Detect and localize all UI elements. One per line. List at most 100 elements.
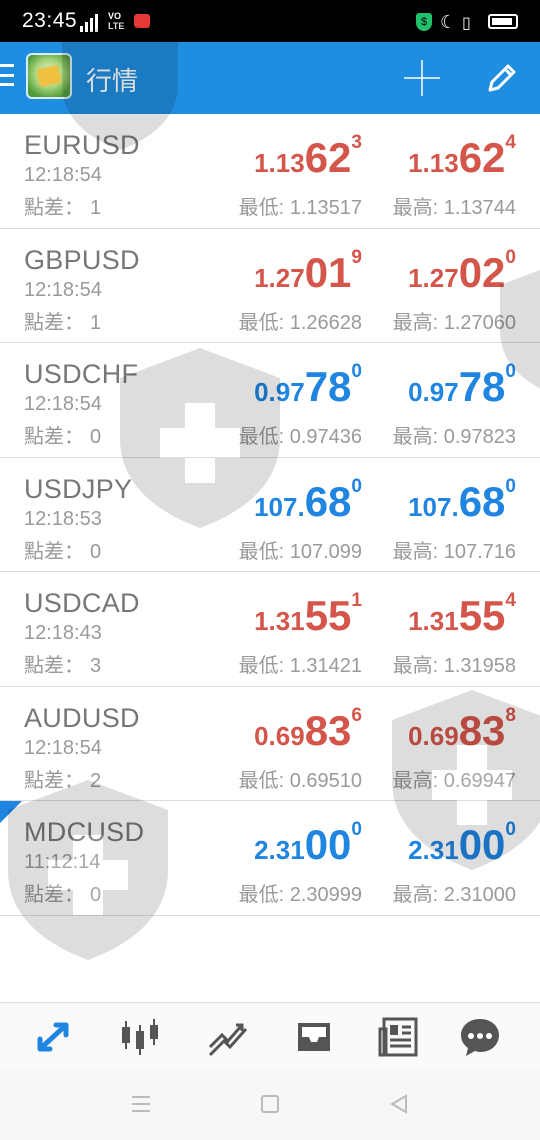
ask-price[interactable]: 1.27 02 0 bbox=[408, 247, 516, 294]
chat-icon[interactable] bbox=[458, 1015, 502, 1059]
high-label: 最高: bbox=[392, 311, 439, 334]
spread-label: 點差： bbox=[24, 540, 84, 563]
spread: 點差： 1 bbox=[24, 306, 101, 335]
high-label: 最高: bbox=[392, 426, 439, 448]
spread-value: 1 bbox=[90, 311, 102, 334]
quote-row[interactable]: USDCHF 12:18:54 點差： 0 0.97 78 0 0.97 78 0 最低: 0.97… bbox=[0, 343, 540, 458]
high-price: 最高: 107.716 bbox=[393, 535, 516, 564]
high-label: 最高: bbox=[392, 540, 439, 563]
symbol-name: EURUSD bbox=[24, 130, 140, 160]
quote-row[interactable]: GBPUSD 12:18:54 點差： 1 1.27 01 9 1.27 02 0 最低: 1.26… bbox=[0, 229, 540, 343]
low-label: 最低: bbox=[238, 655, 285, 677]
bid-price-prefix: 1.31 bbox=[254, 606, 305, 636]
low-label: 最低: bbox=[238, 769, 285, 792]
ask-price-pips: 02 bbox=[458, 248, 506, 296]
low-value: 1.26628 bbox=[289, 311, 362, 334]
bid-price-prefix: 1.27 bbox=[254, 262, 305, 293]
low-value: 2.30999 bbox=[289, 884, 362, 906]
ask-price[interactable]: 1.13 62 4 bbox=[408, 132, 516, 179]
bid-price[interactable]: 1.13 62 3 bbox=[254, 132, 362, 179]
ask-price-pips: 68 bbox=[458, 477, 506, 525]
spread-value: 0 bbox=[90, 884, 102, 906]
bid-price[interactable]: 0.97 78 0 bbox=[254, 361, 362, 408]
spread-label: 點差： bbox=[24, 311, 84, 334]
spread: 點差： 0 bbox=[24, 535, 101, 564]
quote-row[interactable]: USDJPY 12:18:53 點差： 0 107. 68 0 107. 68 0 最低: 107.… bbox=[0, 458, 540, 572]
signal-icon bbox=[80, 12, 98, 32]
ask-price[interactable]: 107. 68 0 bbox=[408, 476, 516, 523]
back-icon[interactable] bbox=[388, 1094, 410, 1119]
news-icon[interactable] bbox=[378, 1015, 422, 1059]
ask-price-fraction: 0 bbox=[505, 361, 516, 382]
spread-label: 點差： bbox=[24, 197, 84, 219]
ask-price-pips: 78 bbox=[458, 363, 506, 410]
ask-price[interactable]: 0.69 83 8 bbox=[408, 705, 516, 752]
ask-price-pips: 00 bbox=[458, 821, 506, 868]
ask-price-fraction: 0 bbox=[505, 475, 516, 497]
quote-time: 12:18:54 bbox=[24, 393, 102, 415]
spread-value: 1 bbox=[90, 197, 102, 219]
quote-list: EURUSD 12:18:54 點差： 1 1.13 62 3 1.13 62 4 最低: 1.13… bbox=[0, 114, 540, 916]
symbol-name: USDCHF bbox=[24, 359, 139, 389]
bid-price-prefix: 1.13 bbox=[254, 148, 305, 178]
ask-price-prefix: 107. bbox=[408, 491, 459, 522]
spread-value: 0 bbox=[90, 426, 102, 448]
quote-row[interactable]: AUDUSD 12:18:54 點差： 2 0.69 83 6 0.69 83 8 最低: 0.69… bbox=[0, 687, 540, 801]
spread: 點差： 2 bbox=[24, 764, 101, 793]
ask-price[interactable]: 0.97 78 0 bbox=[408, 361, 516, 408]
quote-row[interactable]: USDCAD 12:18:43 點差： 3 1.31 55 1 1.31 55 4 最低: 1.31… bbox=[0, 572, 540, 687]
high-value: 1.13744 bbox=[443, 197, 516, 219]
low-price: 最低: 1.31421 bbox=[239, 649, 362, 678]
bid-price[interactable]: 1.31 55 1 bbox=[254, 590, 362, 637]
quote-time: 12:18:54 bbox=[24, 736, 102, 759]
low-value: 107.099 bbox=[289, 540, 362, 563]
low-label: 最低: bbox=[238, 540, 285, 563]
quote-row[interactable]: MDCUSD 11:12:14 點差： 0 2.31 00 0 2.31 00 0 最低: 2.30… bbox=[0, 801, 540, 916]
bid-price-prefix: 107. bbox=[254, 491, 305, 522]
quote-time: 12:18:54 bbox=[24, 164, 102, 186]
high-price: 最高: 0.69947 bbox=[393, 764, 516, 793]
chart-icon[interactable] bbox=[118, 1015, 162, 1059]
quote-row[interactable]: EURUSD 12:18:54 點差： 1 1.13 62 3 1.13 62 4 最低: 1.13… bbox=[0, 114, 540, 229]
ask-price-fraction: 8 bbox=[505, 704, 516, 726]
ask-price[interactable]: 1.31 55 4 bbox=[408, 590, 516, 637]
ask-price-pips: 55 bbox=[458, 592, 506, 639]
low-label: 最低: bbox=[238, 426, 285, 448]
status-time: 23:45 bbox=[22, 9, 78, 32]
vibrate-icon: ▯ bbox=[462, 15, 471, 32]
high-value: 2.31000 bbox=[443, 884, 516, 906]
history-icon[interactable] bbox=[292, 1015, 336, 1059]
menu-icon[interactable] bbox=[0, 64, 14, 86]
low-price: 最低: 0.97436 bbox=[239, 420, 362, 449]
symbol-name: AUDUSD bbox=[24, 702, 140, 733]
bid-price[interactable]: 2.31 00 0 bbox=[254, 819, 362, 866]
home-icon[interactable] bbox=[260, 1094, 280, 1119]
selected-marker bbox=[0, 801, 22, 823]
plus-icon[interactable] bbox=[404, 60, 440, 96]
quotes-icon[interactable] bbox=[32, 1015, 76, 1059]
high-price: 最高: 0.97823 bbox=[393, 420, 516, 449]
bid-price[interactable]: 107. 68 0 bbox=[254, 476, 362, 523]
spread: 點差： 0 bbox=[24, 878, 101, 907]
app-bar: 行情 bbox=[0, 42, 540, 114]
recents-icon[interactable] bbox=[130, 1094, 152, 1119]
bid-price-fraction: 1 bbox=[351, 590, 362, 611]
bid-price[interactable]: 0.69 83 6 bbox=[254, 705, 362, 752]
volte-icon: VO LTE bbox=[108, 11, 125, 31]
ask-price[interactable]: 2.31 00 0 bbox=[408, 819, 516, 866]
edit-icon[interactable] bbox=[484, 60, 520, 96]
bid-price[interactable]: 1.27 01 9 bbox=[254, 247, 362, 294]
low-price: 最低: 107.099 bbox=[239, 535, 362, 564]
bid-price-pips: 68 bbox=[304, 477, 352, 525]
high-label: 最高: bbox=[392, 884, 439, 906]
low-label: 最低: bbox=[238, 311, 285, 334]
high-value: 1.31958 bbox=[443, 655, 516, 677]
ask-price-prefix: 0.69 bbox=[408, 720, 459, 751]
symbol-name: MDCUSD bbox=[24, 817, 145, 847]
youtube-icon bbox=[134, 14, 150, 28]
app-logo bbox=[26, 53, 72, 99]
ask-price-prefix: 1.27 bbox=[408, 262, 459, 293]
trade-icon[interactable] bbox=[206, 1015, 250, 1059]
bid-price-pips: 78 bbox=[304, 363, 352, 410]
ask-price-prefix: 1.31 bbox=[408, 606, 459, 636]
